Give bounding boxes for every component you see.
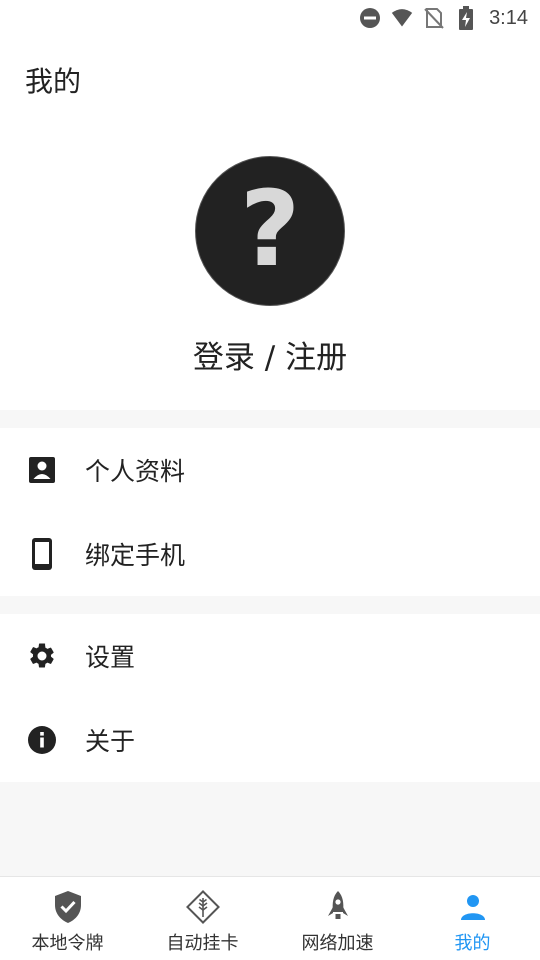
tab-auto-idle[interactable]: 自动挂卡: [135, 877, 270, 960]
no-sim-icon: [423, 7, 445, 29]
menu-item-label: 个人资料: [85, 457, 186, 486]
tab-local-token[interactable]: 本地令牌: [0, 877, 135, 960]
question-mark-icon: ?: [239, 168, 301, 290]
wifi-icon: [391, 7, 413, 29]
tab-label: 本地令牌: [31, 933, 104, 954]
menu-item-profile[interactable]: 个人资料: [0, 428, 540, 512]
menu-group-app: 设置 关于: [0, 614, 540, 782]
person-icon: [455, 889, 491, 925]
shield-check-icon: [50, 889, 86, 925]
menu-item-label: 关于: [85, 727, 136, 756]
wheat-diamond-icon: [185, 889, 221, 925]
menu-item-bind-phone[interactable]: 绑定手机: [0, 512, 540, 596]
tab-label: 网络加速: [301, 933, 374, 954]
status-bar: 3:14: [0, 0, 540, 36]
menu-item-label: 设置: [85, 643, 136, 672]
battery-charging-icon: [455, 6, 477, 30]
menu-group-account: 个人资料 绑定手机: [0, 428, 540, 596]
tab-network-boost[interactable]: 网络加速: [270, 877, 405, 960]
menu-item-label: 绑定手机: [85, 541, 186, 570]
page-title: 我的: [25, 65, 82, 98]
tab-label: 自动挂卡: [166, 933, 239, 954]
profile-header: 我的 ? 登录 / 注册: [0, 36, 540, 410]
gear-icon: [27, 641, 57, 671]
avatar[interactable]: ?: [195, 156, 345, 306]
login-register-button[interactable]: 登录 / 注册: [0, 332, 540, 377]
rocket-icon: [320, 889, 356, 925]
profile-card-icon: [27, 455, 57, 485]
menu-item-settings[interactable]: 设置: [0, 614, 540, 698]
tab-mine[interactable]: 我的: [405, 877, 540, 960]
do-not-disturb-icon: [359, 7, 381, 29]
menu-item-about[interactable]: 关于: [0, 698, 540, 782]
clock: 3:14: [489, 6, 528, 29]
bottom-tab-bar: 本地令牌 自动挂卡 网络加速 我的: [0, 876, 540, 960]
smartphone-icon: [27, 538, 57, 570]
tab-label: 我的: [454, 933, 491, 954]
info-icon: [27, 725, 57, 755]
